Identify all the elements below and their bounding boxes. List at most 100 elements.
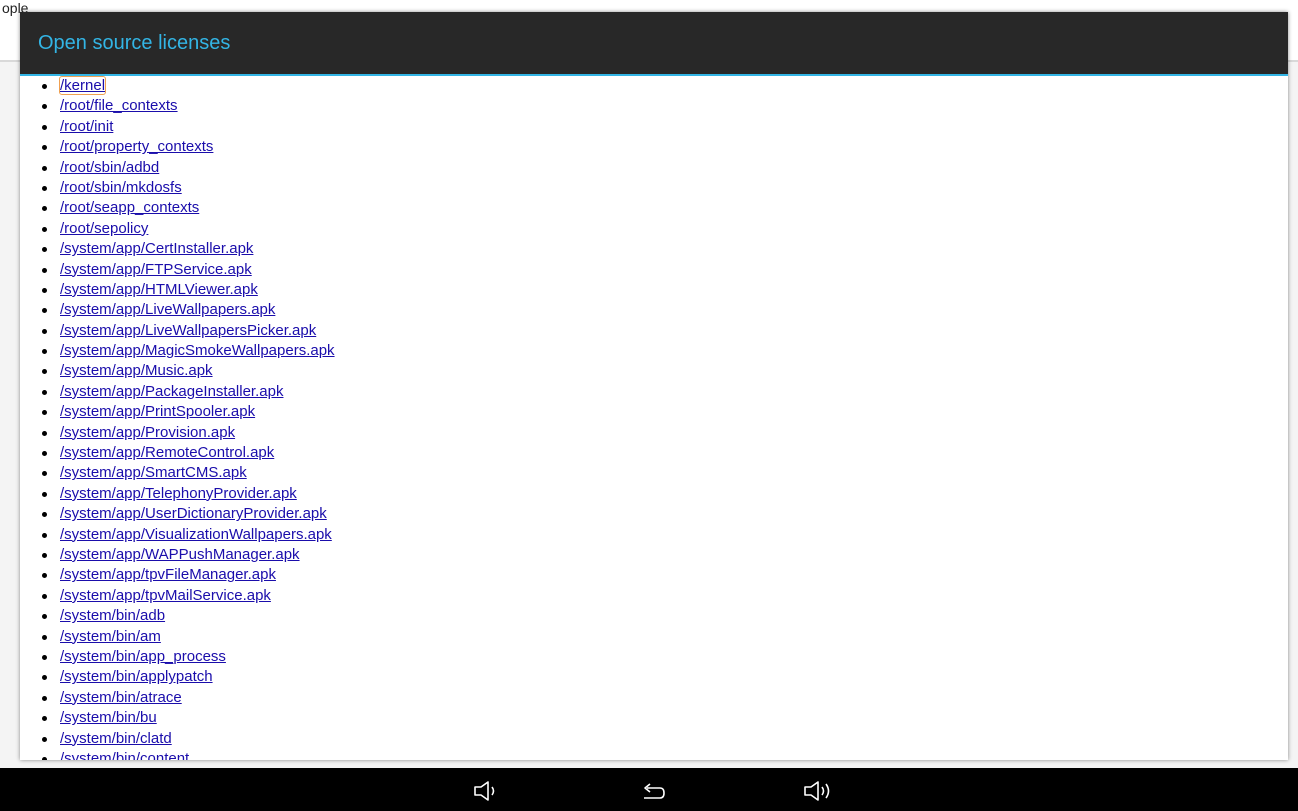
license-list-item: /system/app/LiveWallpapers.apk [34,300,1288,320]
license-list-item: /system/bin/bu [34,708,1288,728]
license-file-link[interactable]: /kernel [58,76,107,95]
license-list-item: /system/app/Music.apk [34,361,1288,381]
license-file-link[interactable]: /system/app/VisualizationWallpapers.apk [60,526,332,543]
bullet-icon [42,226,47,232]
bullet-icon [42,84,47,89]
bullet-icon [42,349,47,355]
license-file-link[interactable]: /system/app/PackageInstaller.apk [60,383,283,400]
license-list-item: /system/app/HTMLViewer.apk [34,280,1288,300]
license-file-link[interactable]: /system/bin/atrace [60,689,182,706]
license-list-item: /system/app/SmartCMS.apk [34,463,1288,483]
back-icon [644,783,665,799]
license-file-link[interactable]: /system/app/LiveWallpapersPicker.apk [60,322,316,339]
license-file-link[interactable]: /system/app/Provision.apk [60,424,235,441]
license-list-item: /system/app/CertInstaller.apk [34,239,1288,259]
license-file-link[interactable]: /system/app/RemoteControl.apk [60,444,274,461]
bullet-icon [42,471,47,477]
volume-up-icon [804,781,830,801]
license-file-link[interactable]: /system/app/FTPService.apk [60,261,252,278]
license-file-link[interactable]: /system/app/HTMLViewer.apk [60,281,258,298]
license-list-item: /system/bin/adb [34,606,1288,626]
bullet-icon [42,716,47,722]
license-list-item: /system/bin/am [34,627,1288,647]
license-file-link[interactable]: /root/seapp_contexts [60,199,199,216]
bullet-icon [42,491,47,497]
bullet-icon [42,736,47,742]
license-file-link[interactable]: /root/sepolicy [60,220,148,237]
license-file-link[interactable]: /root/file_contexts [60,97,178,114]
bullet-icon [42,614,47,620]
license-list-item: /root/sbin/adbd [34,158,1288,178]
volume-up-button[interactable] [800,778,830,804]
license-file-link[interactable]: /system/app/tpvFileManager.apk [60,566,276,583]
license-file-link[interactable]: /system/bin/applypatch [60,668,213,685]
license-list-item: /system/bin/content [34,749,1288,760]
bullet-icon [42,756,47,760]
system-navigation-bar [0,768,1298,811]
license-file-link[interactable]: /system/app/tpvMailService.apk [60,587,271,604]
bullet-icon [42,308,47,314]
license-list-item: /system/bin/atrace [34,688,1288,708]
license-list-item: /root/sbin/mkdosfs [34,178,1288,198]
license-list-item: /system/bin/applypatch [34,667,1288,687]
license-list-item: /system/app/FTPService.apk [34,260,1288,280]
license-file-link[interactable]: /root/property_contexts [60,138,213,155]
license-file-link[interactable]: /system/app/SmartCMS.apk [60,464,247,481]
bullet-icon [42,430,47,436]
license-file-link[interactable]: /system/bin/adb [60,607,165,624]
bullet-icon [42,389,47,395]
license-file-link[interactable]: /system/app/UserDictionaryProvider.apk [60,505,327,522]
license-file-link[interactable]: /system/app/LiveWallpapers.apk [60,301,275,318]
license-file-link[interactable]: /system/app/WAPPushManager.apk [60,546,300,563]
license-list-item: /root/property_contexts [34,137,1288,157]
license-file-link[interactable]: /system/app/PrintSpooler.apk [60,403,255,420]
license-file-link[interactable]: /root/init [60,118,113,135]
bullet-icon [42,552,47,558]
bullet-icon [42,410,47,416]
license-file-link[interactable]: /root/sbin/adbd [60,159,159,176]
license-list-item: /system/app/LiveWallpapersPicker.apk [34,321,1288,341]
license-list-item: /root/sepolicy [34,219,1288,239]
dialog-header: Open source licenses [20,12,1288,76]
bullet-icon [42,634,47,640]
license-file-link[interactable]: /system/app/CertInstaller.apk [60,240,253,257]
license-list-item: /system/app/MagicSmokeWallpapers.apk [34,341,1288,361]
license-list-item: /system/app/tpvMailService.apk [34,586,1288,606]
license-file-link[interactable]: /system/bin/clatd [60,730,172,747]
license-file-link[interactable]: /system/bin/content [60,750,189,760]
bullet-icon [42,165,47,171]
bullet-icon [42,532,47,538]
bullet-icon [42,267,47,273]
license-list-item: /system/app/WAPPushManager.apk [34,545,1288,565]
license-list-item: /root/file_contexts [34,96,1288,116]
bullet-icon [42,573,47,579]
volume-down-button[interactable] [470,778,500,804]
license-file-link[interactable]: /system/bin/am [60,628,161,645]
bullet-icon [42,287,47,293]
bullet-icon [42,104,47,110]
bullet-icon [42,451,47,457]
license-file-link[interactable]: /system/bin/bu [60,709,157,726]
license-list-item: /system/bin/app_process [34,647,1288,667]
license-list-item: /system/app/RemoteControl.apk [34,443,1288,463]
license-list-item: /system/app/tpvFileManager.apk [34,565,1288,585]
license-content[interactable]: /kernel/root/file_contexts/root/init/roo… [20,76,1288,760]
license-list-item: /system/app/VisualizationWallpapers.apk [34,525,1288,545]
license-file-link[interactable]: /system/app/MagicSmokeWallpapers.apk [60,342,335,359]
back-button[interactable] [638,778,668,804]
license-list-item: /system/app/TelephonyProvider.apk [34,484,1288,504]
license-file-link[interactable]: /root/sbin/mkdosfs [60,179,182,196]
dialog-title: Open source licenses [38,32,231,54]
license-list-item: /system/app/UserDictionaryProvider.apk [34,504,1288,524]
license-file-link[interactable]: /system/app/TelephonyProvider.apk [60,485,297,502]
bullet-icon [42,695,47,701]
bullet-icon [42,328,47,334]
license-file-link[interactable]: /system/app/Music.apk [60,362,213,379]
bullet-icon [42,512,47,518]
license-list-item: /root/init [34,117,1288,137]
bullet-icon [42,675,47,681]
license-list-item: /system/app/Provision.apk [34,423,1288,443]
bullet-icon [42,145,47,151]
bullet-icon [42,247,47,253]
license-file-link[interactable]: /system/bin/app_process [60,648,226,665]
